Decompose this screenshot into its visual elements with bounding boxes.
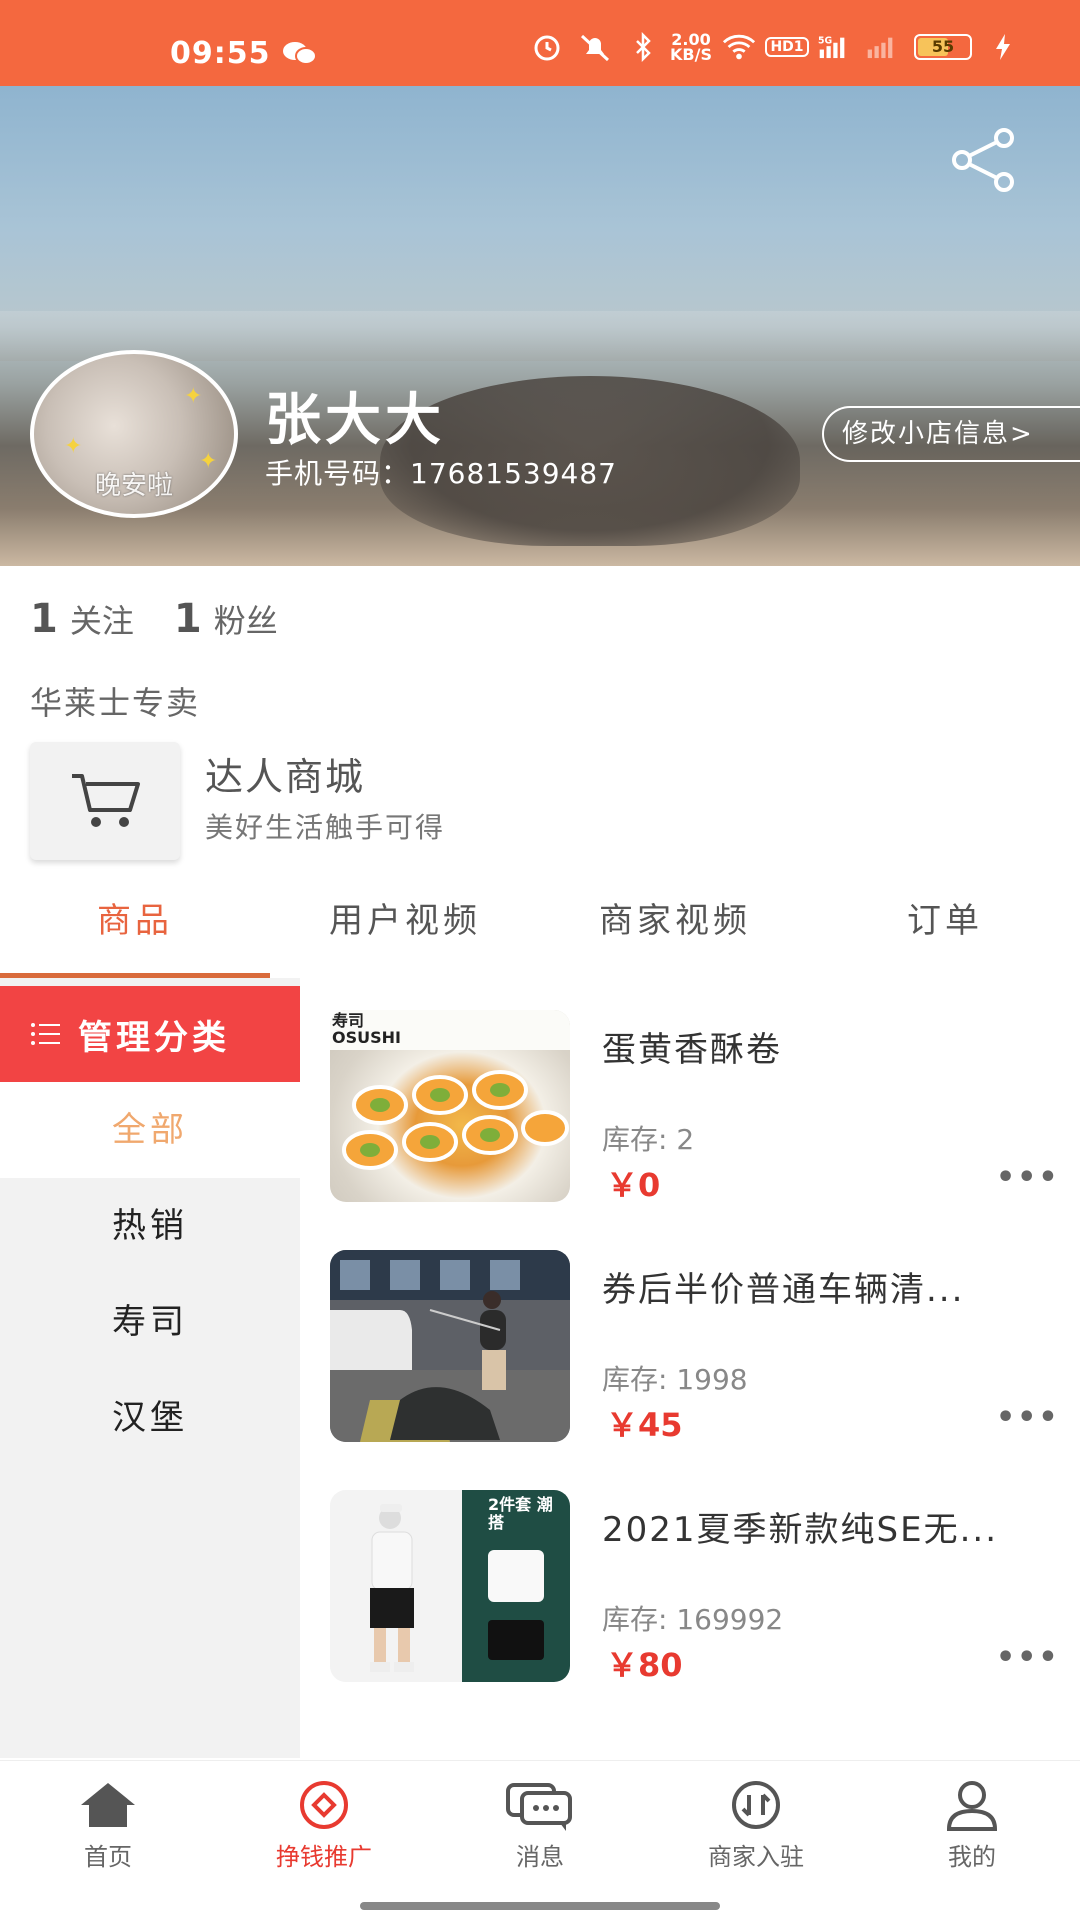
alarm-icon	[530, 30, 564, 64]
follow-stats: 1 关注 1 粉丝	[30, 596, 278, 642]
manage-categories-label: 管理分类	[78, 1017, 230, 1058]
wifi-icon	[722, 30, 756, 64]
network-speed: 2.00 KB/S	[670, 30, 712, 64]
more-options-icon[interactable]: •••	[996, 1160, 1060, 1195]
status-icons: 2.00 KB/S HD1 5G 55	[530, 30, 1020, 64]
share-icon[interactable]	[950, 128, 1020, 192]
nav-merchant[interactable]: 商家入驻	[648, 1761, 864, 1920]
product-price: ￥45	[606, 1406, 683, 1444]
shop-description: 华莱士专卖	[30, 684, 201, 722]
home-indicator[interactable]	[360, 1902, 720, 1910]
charging-icon	[986, 30, 1020, 64]
more-options-icon[interactable]: •••	[996, 1640, 1060, 1675]
product-name: 券后半价普通车辆清...	[602, 1270, 965, 1310]
tab-products[interactable]: 商品	[0, 886, 270, 978]
list-icon	[31, 1023, 60, 1045]
product-stock: 库存: 169992	[602, 1603, 784, 1636]
mall-subtitle: 美好生活触手可得	[205, 811, 446, 844]
product-image: 2件套 潮搭	[330, 1490, 570, 1682]
nav-promote[interactable]: 挣钱推广	[216, 1761, 432, 1920]
signal-empty-icon	[866, 30, 900, 64]
mall-title[interactable]: 达人商城	[205, 746, 365, 801]
star-icon: ✦	[64, 434, 83, 459]
product-price: ￥80	[606, 1646, 683, 1684]
avatar[interactable]: ✦ ✦ ✦ 晚安啦	[30, 350, 238, 518]
following-stat[interactable]: 1 关注	[30, 596, 134, 642]
fans-stat[interactable]: 1 粉丝	[174, 596, 278, 642]
cart-icon	[72, 774, 140, 827]
hd-badge: HD1	[765, 37, 809, 57]
product-name: 2021夏季新款纯SE无...	[602, 1510, 999, 1550]
shop-phone: 手机号码：17681539487	[265, 457, 617, 490]
svg-text:5G: 5G	[818, 36, 832, 47]
product-price: ￥0	[606, 1166, 661, 1204]
product-item[interactable]: 券后半价普通车辆清... 库存: 1998 ￥45 •••	[330, 1250, 1058, 1446]
profile-icon	[946, 1781, 998, 1831]
star-icon: ✦	[184, 384, 203, 409]
category-sushi[interactable]: 寿司	[0, 1274, 300, 1370]
nav-home[interactable]: 首页	[0, 1761, 216, 1920]
product-image: 寿司 OSUSHI	[330, 1010, 570, 1202]
mall-entry[interactable]	[30, 742, 180, 860]
product-image-caption: 2件套 潮搭	[488, 1495, 553, 1532]
nav-profile[interactable]: 我的	[864, 1761, 1080, 1920]
signal-5g-icon: 5G	[818, 30, 852, 64]
tab-user-videos[interactable]: 用户视频	[270, 886, 540, 978]
merchant-icon	[732, 1781, 780, 1829]
product-item[interactable]: 2件套 潮搭 2021夏季新款纯SE无... 库存: 169992 ￥80 ••…	[330, 1490, 1058, 1686]
message-icon	[506, 1783, 572, 1831]
avatar-caption: 晚安啦	[94, 471, 173, 501]
shop-name: 张大大	[265, 388, 445, 453]
category-all[interactable]: 全部	[0, 1082, 300, 1178]
product-image	[330, 1250, 570, 1442]
content-tabs: 商品 用户视频 商家视频 订单	[0, 886, 1080, 978]
nav-messages[interactable]: 消息	[432, 1761, 648, 1920]
product-stock: 库存: 2	[602, 1123, 695, 1156]
mute-icon	[578, 30, 612, 64]
status-time: 09:55	[170, 36, 271, 71]
promote-icon	[300, 1781, 348, 1829]
home-icon	[81, 1783, 135, 1827]
more-options-icon[interactable]: •••	[996, 1400, 1060, 1435]
tab-orders[interactable]: 订单	[810, 886, 1080, 978]
product-item[interactable]: 寿司 OSUSHI 蛋黄香酥卷 库存: 2 ￥0 •••	[330, 1010, 1058, 1206]
product-stock: 库存: 1998	[602, 1363, 748, 1396]
bluetooth-icon	[626, 30, 660, 64]
status-bar: 09:55 2.00 KB/S HD1 5G 55	[0, 0, 1080, 86]
category-hot[interactable]: 热销	[0, 1178, 300, 1274]
product-name: 蛋黄香酥卷	[602, 1030, 782, 1070]
wechat-icon	[283, 42, 317, 65]
battery-indicator: 55	[914, 34, 972, 60]
edit-shop-info-button[interactable]: 修改小店信息>	[822, 406, 1080, 462]
product-image-caption: 寿司 OSUSHI	[332, 1011, 401, 1047]
bottom-navigation: 首页 挣钱推广 消息 商家入驻 我的	[0, 1760, 1080, 1920]
manage-categories-button[interactable]: 管理分类	[0, 986, 300, 1082]
tab-merchant-videos[interactable]: 商家视频	[540, 886, 810, 978]
category-burger[interactable]: 汉堡	[0, 1370, 300, 1466]
